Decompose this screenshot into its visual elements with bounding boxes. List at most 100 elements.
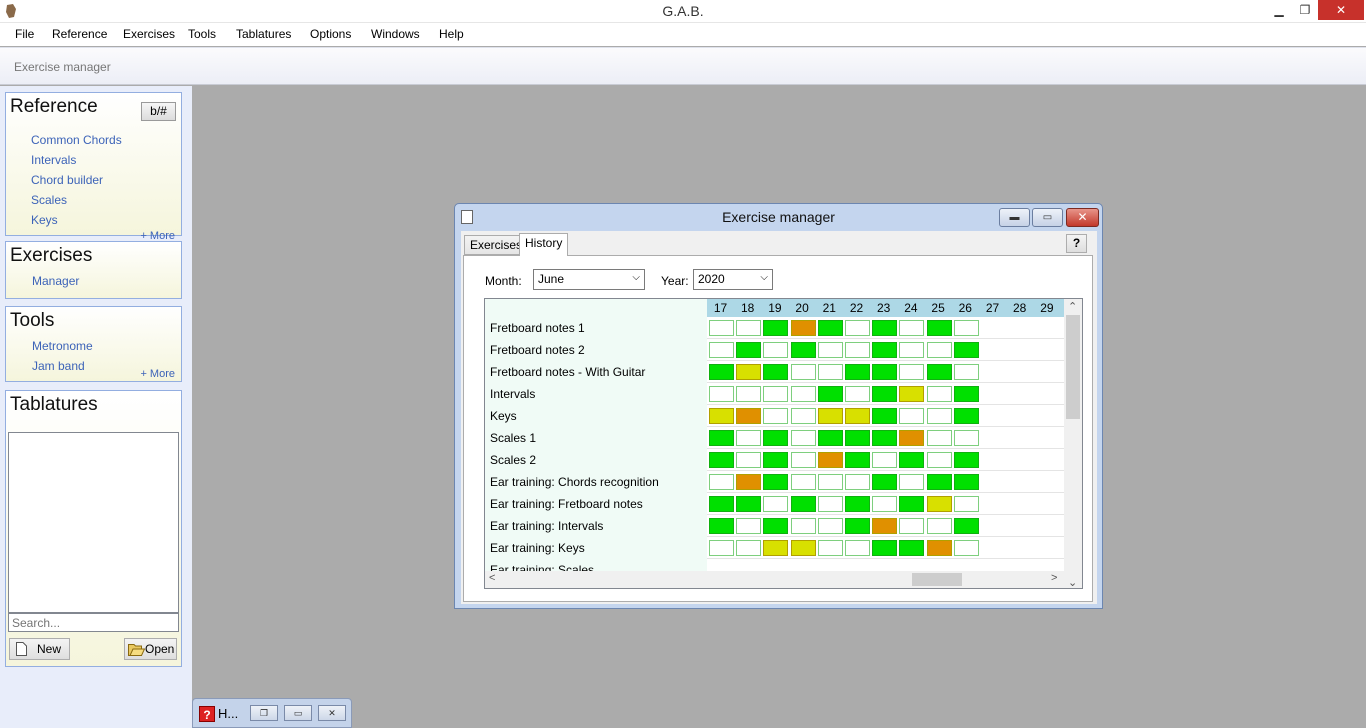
history-cell[interactable] (736, 430, 762, 446)
history-cell[interactable] (709, 342, 734, 358)
history-cell[interactable] (763, 518, 789, 534)
menu-reference[interactable]: Reference (52, 27, 107, 41)
window-minimize-button[interactable]: ▬ (999, 208, 1030, 227)
history-cell[interactable] (763, 364, 789, 380)
history-cell[interactable] (926, 496, 952, 512)
history-cell[interactable] (763, 408, 789, 424)
exercise-row-name[interactable]: Scales 1 (490, 431, 536, 445)
history-cell[interactable] (763, 474, 789, 490)
history-cell[interactable] (736, 364, 762, 380)
history-cell[interactable] (709, 408, 734, 424)
reference-link-intervals[interactable]: Intervals (31, 153, 76, 167)
history-cell[interactable] (953, 320, 979, 336)
history-cell[interactable] (709, 474, 734, 490)
history-cell[interactable] (872, 320, 898, 336)
history-cell[interactable] (926, 342, 952, 358)
history-cell[interactable] (926, 452, 952, 468)
history-cell[interactable] (790, 342, 816, 358)
history-cell[interactable] (845, 386, 870, 402)
history-cell[interactable] (709, 386, 734, 402)
help-button[interactable]: ? (1066, 234, 1087, 253)
exercise-row-name[interactable]: Ear training: Intervals (490, 519, 603, 533)
reference-link-chord-builder[interactable]: Chord builder (31, 173, 103, 187)
close-button[interactable]: ✕ (1318, 0, 1364, 20)
history-cell[interactable] (953, 342, 979, 358)
menu-exercises[interactable]: Exercises (123, 27, 175, 41)
history-cell[interactable] (899, 430, 925, 446)
history-cell[interactable] (845, 430, 870, 446)
window-maximize-button[interactable]: ▭ (1032, 208, 1063, 227)
history-cell[interactable] (872, 386, 898, 402)
history-cell[interactable] (845, 540, 870, 556)
history-cell[interactable] (736, 452, 762, 468)
history-cell[interactable] (899, 540, 925, 556)
history-cell[interactable] (763, 342, 789, 358)
history-cell[interactable] (953, 408, 979, 424)
history-cell[interactable] (845, 320, 870, 336)
tab-history[interactable]: History (519, 233, 569, 256)
history-cell[interactable] (736, 408, 762, 424)
history-cell[interactable] (817, 474, 843, 490)
reference-link-keys[interactable]: Keys (31, 213, 58, 227)
history-cell[interactable] (763, 540, 789, 556)
history-cell[interactable] (817, 452, 843, 468)
minimized-restore-button[interactable]: ❐ (250, 705, 278, 721)
history-cell[interactable] (926, 320, 952, 336)
scroll-down-icon[interactable]: ⌄ (1068, 576, 1077, 588)
history-cell[interactable] (790, 540, 816, 556)
reference-link-scales[interactable]: Scales (31, 193, 67, 207)
history-cell[interactable] (736, 386, 762, 402)
history-cell[interactable] (872, 342, 898, 358)
tools-link-jam-band[interactable]: Jam band (32, 359, 85, 373)
history-cell[interactable] (926, 540, 952, 556)
history-cell[interactable] (709, 540, 734, 556)
history-cell[interactable] (926, 430, 952, 446)
history-cell[interactable] (926, 518, 952, 534)
exercise-row-name[interactable]: Intervals (490, 387, 535, 401)
history-cell[interactable] (763, 496, 789, 512)
horizontal-scroll-thumb[interactable] (912, 573, 962, 586)
menu-help[interactable]: Help (439, 27, 464, 41)
minimized-close-button[interactable]: ✕ (318, 705, 346, 721)
history-cell[interactable] (845, 496, 870, 512)
tools-more-link[interactable]: + More (140, 368, 175, 380)
year-select[interactable]: 2020 ⌵ (693, 269, 773, 290)
new-tablature-button[interactable]: New (9, 638, 70, 660)
history-cell[interactable] (736, 342, 762, 358)
history-cell[interactable] (872, 452, 898, 468)
exercise-row-name[interactable]: Ear training: Chords recognition (490, 475, 659, 489)
history-cell[interactable] (817, 408, 843, 424)
history-cell[interactable] (817, 320, 843, 336)
history-cell[interactable] (817, 430, 843, 446)
exercise-row-name[interactable]: Fretboard notes 1 (490, 321, 585, 335)
history-cell[interactable] (899, 342, 925, 358)
history-cell[interactable] (926, 474, 952, 490)
flat-sharp-toggle-button[interactable]: b/# (141, 102, 176, 121)
history-cell[interactable] (736, 496, 762, 512)
history-cell[interactable] (872, 496, 898, 512)
window-close-button[interactable]: ✕ (1066, 208, 1099, 227)
history-cell[interactable] (872, 518, 898, 534)
history-cell[interactable] (845, 342, 870, 358)
history-cell[interactable] (845, 364, 870, 380)
history-cell[interactable] (709, 496, 734, 512)
exercise-row-name[interactable]: Ear training: Keys (490, 541, 585, 555)
history-cell[interactable] (736, 518, 762, 534)
tools-link-metronome[interactable]: Metronome (32, 339, 93, 353)
history-cell[interactable] (790, 518, 816, 534)
history-cell[interactable] (817, 518, 843, 534)
history-cell[interactable] (899, 408, 925, 424)
horizontal-scrollbar[interactable]: < > (485, 571, 1066, 588)
history-cell[interactable] (817, 342, 843, 358)
history-cell[interactable] (953, 386, 979, 402)
history-cell[interactable] (926, 386, 952, 402)
menu-tablatures[interactable]: Tablatures (236, 27, 291, 41)
history-cell[interactable] (872, 364, 898, 380)
vertical-scroll-thumb[interactable] (1066, 315, 1080, 419)
exercise-row-name[interactable]: Fretboard notes 2 (490, 343, 585, 357)
menu-file[interactable]: File (15, 27, 34, 41)
history-cell[interactable] (709, 320, 734, 336)
exercises-link-manager[interactable]: Manager (32, 274, 79, 288)
history-cell[interactable] (953, 452, 979, 468)
history-cell[interactable] (899, 452, 925, 468)
